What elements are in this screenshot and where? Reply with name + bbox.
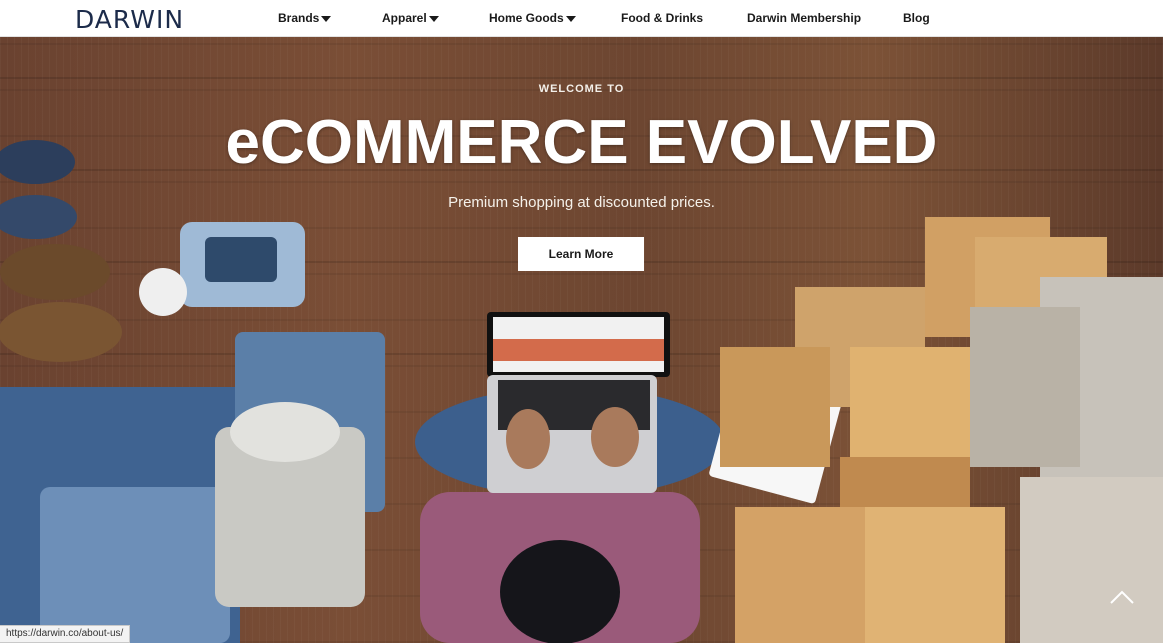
hero-subheadline: Premium shopping at discounted prices.: [448, 194, 715, 211]
nav-item-food-drinks[interactable]: Food & Drinks: [621, 11, 703, 25]
chevron-up-icon[interactable]: [1108, 585, 1136, 609]
nav-item-label: Blog: [903, 11, 930, 25]
nav-item-home-goods[interactable]: Home Goods: [489, 11, 576, 25]
browser-status-bar: https://darwin.co/about-us/: [0, 625, 131, 643]
nav-item-label: Apparel: [382, 11, 427, 25]
hero-section: WELCOME TO eCOMMERCE EVOLVED Premium sho…: [0, 37, 1163, 643]
caret-down-icon: [565, 15, 576, 22]
caret-down-icon: [321, 15, 332, 22]
nav-item-label: Darwin Membership: [747, 11, 862, 25]
caret-down-icon: [428, 15, 439, 22]
hero-eyebrow: WELCOME TO: [538, 83, 625, 95]
top-navigation: DARWIN Brands Apparel Home Goods Food & …: [0, 0, 1163, 37]
hero-headline: eCOMMERCE EVOLVED: [225, 108, 938, 177]
darwin-logo[interactable]: DARWIN: [75, 5, 184, 34]
nav-item-brands[interactable]: Brands: [278, 11, 332, 25]
nav-item-label: Food & Drinks: [621, 11, 704, 25]
nav-item-apparel[interactable]: Apparel: [382, 11, 439, 25]
nav-item-label: Home Goods: [489, 11, 564, 25]
learn-more-button[interactable]: Learn More: [518, 237, 644, 271]
nav-item-blog[interactable]: Blog: [903, 11, 930, 25]
status-link-url: https://darwin.co/about-us/: [6, 628, 124, 639]
nav-item-darwin-membership[interactable]: Darwin Membership: [747, 11, 861, 25]
nav-item-label: Brands: [278, 11, 320, 25]
